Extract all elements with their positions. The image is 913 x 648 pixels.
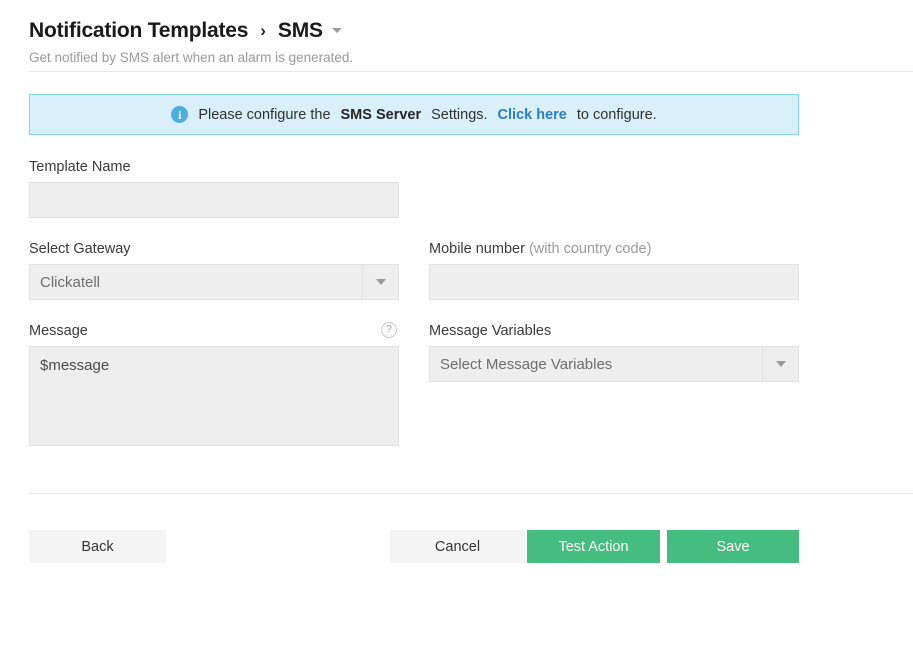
page-subtitle: Get notified by SMS alert when an alarm … [29, 50, 353, 65]
test-action-button[interactable]: Test Action [527, 530, 660, 563]
template-name-label: Template Name [29, 159, 131, 175]
mobile-number-input[interactable] [429, 264, 799, 300]
breadcrumb-chevron-icon: › [260, 21, 266, 41]
info-banner-text-after: to configure. [577, 107, 657, 123]
page-header: Notification Templates › SMS Get notifie… [0, 0, 913, 72]
message-textarea[interactable] [29, 346, 399, 446]
footer-divider [29, 493, 913, 494]
select-gateway-label: Select Gateway [29, 241, 131, 257]
message-variables-arrow[interactable] [762, 347, 798, 381]
info-banner: i Please configure the SMS Server Settin… [29, 94, 799, 135]
select-gateway-arrow[interactable] [362, 265, 398, 299]
back-button[interactable]: Back [29, 530, 166, 563]
info-banner-text-strong: SMS Server [341, 107, 422, 123]
configure-sms-server-link[interactable]: Click here [498, 107, 567, 123]
info-banner-text-middle: Settings. [431, 107, 487, 123]
template-name-input[interactable] [29, 182, 399, 218]
breadcrumb: Notification Templates › SMS [29, 19, 342, 43]
chevron-down-icon [776, 361, 786, 367]
mobile-number-label-hint: (with country code) [529, 241, 652, 257]
info-banner-content: i Please configure the SMS Server Settin… [171, 106, 656, 123]
mobile-number-label-text: Mobile number [429, 241, 525, 257]
message-label: Message [29, 323, 88, 339]
help-icon[interactable]: ? [381, 322, 397, 338]
breadcrumb-item-notification-templates[interactable]: Notification Templates [29, 19, 248, 43]
cancel-button[interactable]: Cancel [390, 530, 525, 563]
message-variables-label: Message Variables [429, 323, 551, 339]
mobile-number-label: Mobile number (with country code) [429, 241, 651, 257]
chevron-down-icon [376, 279, 386, 285]
breadcrumb-item-sms[interactable]: SMS [278, 19, 323, 43]
save-button[interactable]: Save [667, 530, 799, 563]
message-variables-dropdown[interactable]: Select Message Variables [429, 346, 799, 382]
info-icon: i [171, 106, 188, 123]
message-variables-value: Select Message Variables [430, 356, 762, 373]
info-banner-text-before: Please configure the [198, 107, 330, 123]
header-divider [29, 71, 913, 72]
select-gateway-value: Clickatell [30, 274, 362, 291]
select-gateway-dropdown[interactable]: Clickatell [29, 264, 399, 300]
sms-notification-template-page: Notification Templates › SMS Get notifie… [0, 0, 913, 648]
chevron-down-icon[interactable] [332, 28, 342, 33]
